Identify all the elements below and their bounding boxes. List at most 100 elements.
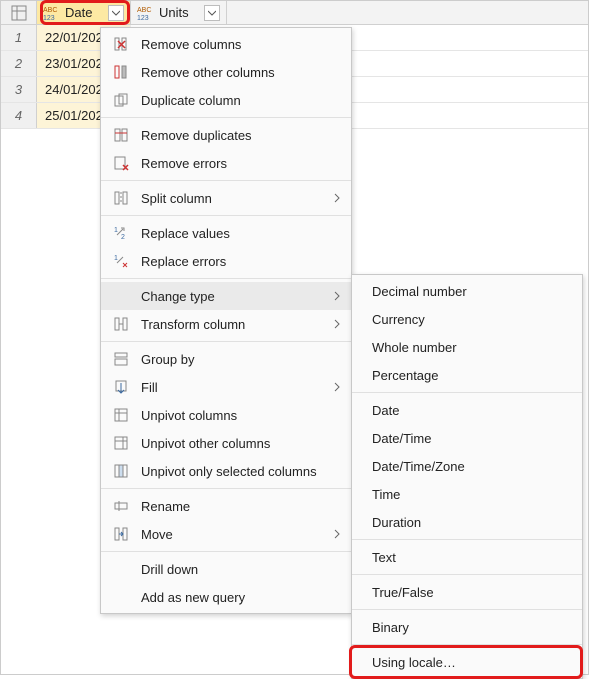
menu-separator xyxy=(101,117,351,118)
chevron-down-icon xyxy=(208,9,216,17)
menu-replace-values[interactable]: 12 Replace values xyxy=(101,219,351,247)
menu-label: Fill xyxy=(141,380,317,395)
submenu-label: Time xyxy=(372,487,400,502)
submenu-decimal[interactable]: Decimal number xyxy=(352,277,582,305)
menu-remove-duplicates[interactable]: Remove duplicates xyxy=(101,121,351,149)
menu-label: Remove errors xyxy=(141,156,341,171)
submenu-label: True/False xyxy=(372,585,434,600)
menu-separator xyxy=(101,278,351,279)
menu-separator xyxy=(101,341,351,342)
menu-unpivot-selected[interactable]: Unpivot only selected columns xyxy=(101,457,351,485)
menu-label: Drill down xyxy=(141,562,341,577)
submenu-label: Duration xyxy=(372,515,421,530)
menu-fill[interactable]: Fill xyxy=(101,373,351,401)
menu-label: Remove duplicates xyxy=(141,128,341,143)
menu-add-as-new-query[interactable]: Add as new query xyxy=(101,583,351,611)
column-header-units[interactable]: ABC123 Units xyxy=(131,1,227,24)
menu-label: Rename xyxy=(141,499,341,514)
submenu-truefalse[interactable]: True/False xyxy=(352,578,582,606)
blank-icon xyxy=(111,559,131,579)
column-filter-button[interactable] xyxy=(108,5,124,21)
menu-remove-other-columns[interactable]: Remove other columns xyxy=(101,58,351,86)
blank-icon xyxy=(111,587,131,607)
blank-icon xyxy=(111,286,131,306)
submenu-datetimezone[interactable]: Date/Time/Zone xyxy=(352,452,582,480)
menu-duplicate-column[interactable]: Duplicate column xyxy=(101,86,351,114)
menu-label: Duplicate column xyxy=(141,93,341,108)
svg-text:1: 1 xyxy=(114,255,118,262)
chevron-right-icon xyxy=(327,382,341,392)
column-context-menu: Remove columns Remove other columns Dupl… xyxy=(100,27,352,614)
chevron-right-icon xyxy=(327,291,341,301)
menu-label: Change type xyxy=(141,289,317,304)
menu-remove-errors[interactable]: Remove errors xyxy=(101,149,351,177)
menu-drill-down[interactable]: Drill down xyxy=(101,555,351,583)
submenu-label: Date xyxy=(372,403,399,418)
column-name: Date xyxy=(65,5,104,20)
grid-corner[interactable] xyxy=(1,1,37,24)
submenu-time[interactable]: Time xyxy=(352,480,582,508)
chevron-down-icon xyxy=(112,9,120,17)
submenu-label: Percentage xyxy=(372,368,439,383)
menu-rename[interactable]: Rename xyxy=(101,492,351,520)
menu-label: Remove columns xyxy=(141,37,341,52)
svg-text:1: 1 xyxy=(114,227,118,234)
menu-separator xyxy=(352,644,582,645)
rename-icon xyxy=(111,496,131,516)
unpivot-selected-icon xyxy=(111,461,131,481)
submenu-date[interactable]: Date xyxy=(352,396,582,424)
grid-header-row: ABC123 Date ABC123 Units xyxy=(1,1,588,25)
submenu-text[interactable]: Text xyxy=(352,543,582,571)
fill-icon xyxy=(111,377,131,397)
submenu-label: Date/Time/Zone xyxy=(372,459,465,474)
duplicate-column-icon xyxy=(111,90,131,110)
menu-change-type[interactable]: Change type xyxy=(101,282,351,310)
menu-label: Split column xyxy=(141,191,317,206)
column-header-date[interactable]: ABC123 Date xyxy=(37,1,131,24)
table-icon xyxy=(9,3,29,23)
remove-errors-icon xyxy=(111,153,131,173)
menu-replace-errors[interactable]: 1 Replace errors xyxy=(101,247,351,275)
unpivot-icon xyxy=(111,405,131,425)
submenu-currency[interactable]: Currency xyxy=(352,305,582,333)
replace-errors-icon: 1 xyxy=(111,251,131,271)
menu-remove-columns[interactable]: Remove columns xyxy=(101,30,351,58)
submenu-percentage[interactable]: Percentage xyxy=(352,361,582,389)
submenu-label: Whole number xyxy=(372,340,457,355)
chevron-right-icon xyxy=(327,319,341,329)
menu-separator xyxy=(352,574,582,575)
transform-column-icon xyxy=(111,314,131,334)
svg-text:123: 123 xyxy=(137,15,149,21)
menu-label: Move xyxy=(141,527,317,542)
submenu-duration[interactable]: Duration xyxy=(352,508,582,536)
unpivot-other-icon xyxy=(111,433,131,453)
submenu-whole[interactable]: Whole number xyxy=(352,333,582,361)
submenu-datetime[interactable]: Date/Time xyxy=(352,424,582,452)
menu-unpivot-other[interactable]: Unpivot other columns xyxy=(101,429,351,457)
submenu-using-locale[interactable]: Using locale… xyxy=(352,648,582,676)
row-number: 4 xyxy=(1,103,37,128)
menu-transform-column[interactable]: Transform column xyxy=(101,310,351,338)
menu-split-column[interactable]: Split column xyxy=(101,184,351,212)
column-filter-button[interactable] xyxy=(204,5,220,21)
split-column-icon xyxy=(111,188,131,208)
menu-label: Group by xyxy=(141,352,341,367)
menu-label: Remove other columns xyxy=(141,65,341,80)
submenu-label: Date/Time xyxy=(372,431,431,446)
svg-text:2: 2 xyxy=(121,234,125,241)
change-type-submenu: Decimal number Currency Whole number Per… xyxy=(351,274,583,679)
submenu-binary[interactable]: Binary xyxy=(352,613,582,641)
menu-unpivot-columns[interactable]: Unpivot columns xyxy=(101,401,351,429)
svg-text:123: 123 xyxy=(43,15,55,21)
menu-separator xyxy=(101,551,351,552)
menu-move[interactable]: Move xyxy=(101,520,351,548)
column-name: Units xyxy=(159,5,200,20)
chevron-right-icon xyxy=(327,529,341,539)
menu-label: Unpivot only selected columns xyxy=(141,464,341,479)
move-icon xyxy=(111,524,131,544)
menu-separator xyxy=(101,215,351,216)
menu-separator xyxy=(101,488,351,489)
menu-separator xyxy=(352,609,582,610)
menu-group-by[interactable]: Group by xyxy=(101,345,351,373)
submenu-label: Currency xyxy=(372,312,425,327)
